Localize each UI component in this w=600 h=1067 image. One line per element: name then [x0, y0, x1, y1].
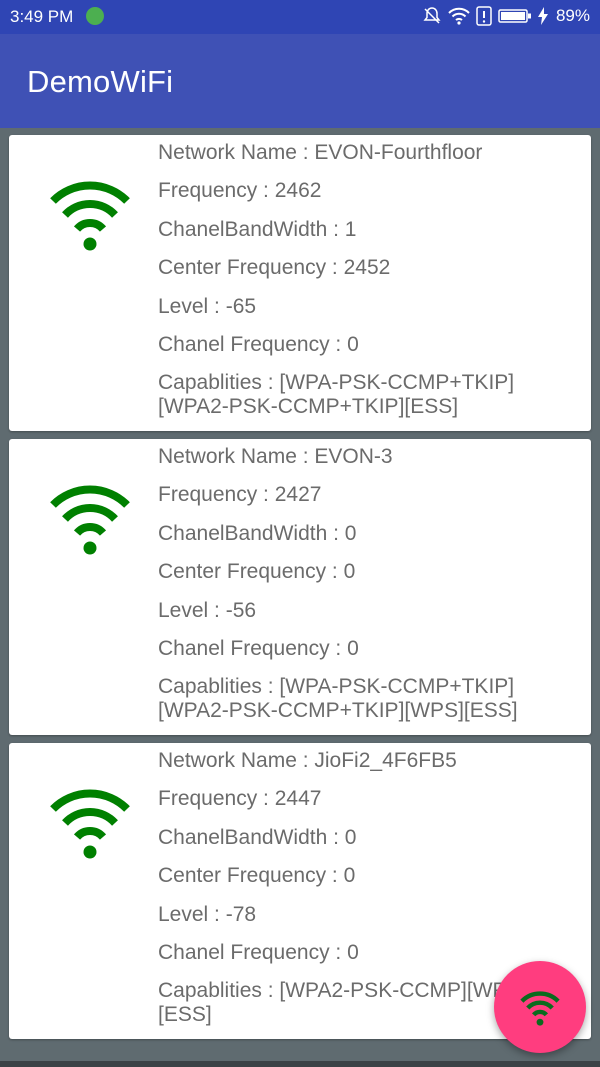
battery-icon: [498, 9, 531, 23]
status-time: 3:49 PM: [10, 7, 74, 26]
alert-icon: [476, 6, 492, 26]
network-bandwidth: ChanelBandWidth : 0: [158, 521, 357, 545]
network-chanel-frequency: Chanel Frequency : 0: [158, 332, 359, 356]
network-bandwidth: ChanelBandWidth : 0: [158, 825, 357, 849]
network-name: Network Name : JioFi2_4F6FB5: [158, 749, 457, 772]
battery-percent: 89%: [555, 6, 590, 25]
network-card[interactable]: Network Name : EVON-3 Frequency : 2427 C…: [9, 439, 591, 735]
network-level: Level : -78: [158, 902, 257, 926]
network-bandwidth: ChanelBandWidth : 1: [158, 217, 357, 241]
network-list[interactable]: Network Name : EVON-Fourthfloor Frequenc…: [0, 128, 600, 1067]
network-level: Level : -65: [158, 294, 257, 318]
wifi-signal-icon: [50, 485, 130, 555]
network-level: Level : -56: [158, 598, 257, 622]
network-name: Network Name : EVON-3: [158, 445, 393, 468]
network-info: Network Name : EVON-Fourthfloor Frequenc…: [158, 141, 578, 419]
wifi-icon: [448, 7, 470, 25]
network-frequency: Frequency : 2427: [158, 483, 322, 507]
network-center-frequency: Center Frequency : 0: [158, 560, 356, 584]
wifi-signal-icon: [50, 789, 130, 859]
app-title: DemoWiFi: [27, 64, 174, 99]
network-card[interactable]: Network Name : EVON-Fourthfloor Frequenc…: [9, 135, 591, 431]
status-bar: 3:49 PM 89%: [0, 0, 600, 34]
network-info: Network Name : EVON-3 Frequency : 2427 C…: [158, 445, 578, 723]
android-notification-icon: [86, 7, 104, 25]
network-center-frequency: Center Frequency : 2452: [158, 256, 391, 280]
wifi-icon: [520, 991, 560, 1026]
wifi-signal-icon: [50, 181, 130, 251]
network-frequency: Frequency : 2462: [158, 179, 322, 203]
mute-bell-icon: [423, 7, 441, 24]
network-name: Network Name : EVON-Fourthfloor: [158, 141, 483, 164]
network-capabilities: Capablities : [WPA-PSK-CCMP+TKIP][WPA2-P…: [158, 371, 515, 419]
scan-wifi-fab-button[interactable]: [494, 961, 586, 1053]
network-capabilities: Capablities : [WPA-PSK-CCMP+TKIP][WPA2-P…: [158, 675, 518, 723]
bottom-edge: [0, 1061, 600, 1067]
network-chanel-frequency: Chanel Frequency : 0: [158, 636, 359, 660]
app-bar: DemoWiFi: [0, 34, 600, 128]
status-icons: 89%: [422, 6, 590, 26]
network-center-frequency: Center Frequency : 0: [158, 864, 356, 888]
charging-bolt-icon: [537, 7, 548, 25]
network-frequency: Frequency : 2447: [158, 787, 322, 811]
